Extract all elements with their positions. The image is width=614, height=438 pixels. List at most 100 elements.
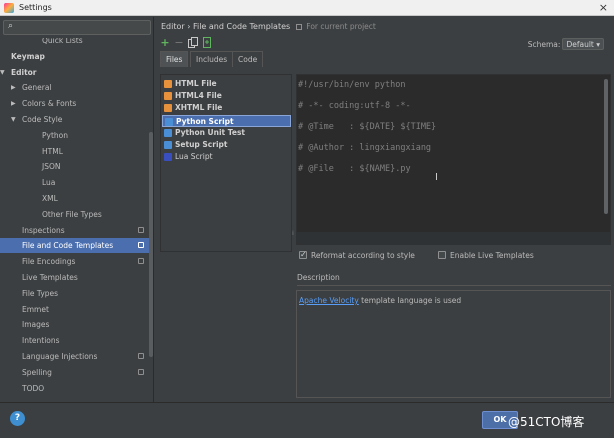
sidebar-item-label: Intentions xyxy=(22,336,60,346)
file-type-icon xyxy=(164,104,172,113)
sidebar-item-label: File and Code Templates xyxy=(22,241,114,251)
sidebar-item-todo[interactable]: TODO xyxy=(0,381,150,396)
sidebar-item-general[interactable]: ▶ General xyxy=(0,80,150,95)
template-label: Setup Script xyxy=(175,140,228,149)
template-item-html-file[interactable]: HTML File xyxy=(162,78,291,90)
splitter-handle-icon[interactable]: ⁞ xyxy=(292,230,294,237)
sidebar-item-file-types[interactable]: File Types xyxy=(0,286,150,301)
sidebar-item-label: Code Style xyxy=(22,115,63,124)
window-title: Settings xyxy=(19,3,52,12)
sidebar-item-label: Live Templates xyxy=(22,273,78,282)
watermark-text: @51CTO博客 xyxy=(508,415,585,429)
sidebar-item-code-style[interactable]: ▼ Code Style xyxy=(0,112,150,127)
sidebar-item-label: Images xyxy=(22,320,50,330)
sidebar-item-label: Lua xyxy=(42,178,56,188)
code-line: # @Time : ${DATE} ${TIME} xyxy=(298,122,437,132)
description-body: template language is used xyxy=(358,296,462,305)
tab-files[interactable]: Files xyxy=(160,51,189,67)
file-type-icon xyxy=(164,92,172,101)
template-label: HTML4 File xyxy=(175,91,222,101)
copy-icon xyxy=(188,37,198,48)
description-heading: Description xyxy=(297,273,340,282)
sidebar-item-label: General xyxy=(22,83,52,93)
sidebar-item-images[interactable]: Images xyxy=(0,317,150,332)
add-template-button[interactable]: + xyxy=(159,37,171,49)
live-templates-checkbox[interactable] xyxy=(438,251,446,259)
template-item-setup-script[interactable]: Setup Script xyxy=(162,139,291,151)
copy-template-button[interactable] xyxy=(187,37,199,49)
sidebar-item-html[interactable]: HTML xyxy=(0,144,150,159)
tab-includes[interactable]: Includes xyxy=(190,51,234,67)
sidebar-item-colors-fonts[interactable]: ▶ Colors & Fonts xyxy=(0,96,150,111)
project-scope-icon xyxy=(138,226,144,233)
project-scope-icon xyxy=(138,258,144,265)
sidebar-item-label: Inspections xyxy=(22,225,65,235)
template-item-python-unit-test[interactable]: Python Unit Test xyxy=(162,127,291,139)
live-templates-label: Enable Live Templates xyxy=(450,251,534,260)
remove-template-button[interactable]: − xyxy=(173,37,185,49)
code-line: # -*- coding:utf-8 -*- xyxy=(298,101,411,111)
apache-velocity-link[interactable]: Apache Velocity xyxy=(299,296,359,305)
project-scope-icon xyxy=(138,242,144,249)
file-type-icon xyxy=(164,80,172,88)
sidebar-item-label: XML xyxy=(42,194,58,203)
reset-template-button[interactable] xyxy=(201,37,213,49)
template-item-html4-file[interactable]: HTML4 File xyxy=(162,90,291,102)
sidebar-item-label: HTML xyxy=(42,146,63,156)
settings-search-input[interactable]: ⌕ xyxy=(3,20,151,35)
code-line: #!/usr/bin/env python xyxy=(298,80,406,90)
tab-code[interactable]: Code xyxy=(232,51,264,67)
file-type-icon xyxy=(165,117,173,126)
sidebar-item-file-and-code-templates[interactable]: File and Code Templates xyxy=(0,238,150,254)
sidebar-item-label: Colors & Fonts xyxy=(22,99,77,109)
collapse-arrow-icon[interactable]: ▼ xyxy=(0,65,5,80)
template-item-lua-script[interactable]: Lua Script xyxy=(162,151,291,163)
sidebar-item-editor[interactable]: ▼ Editor xyxy=(0,65,150,80)
sidebar-item-label: TODO xyxy=(22,383,45,393)
sidebar-item-quick-lists[interactable]: Quick Lists xyxy=(0,38,150,48)
reformat-checkbox[interactable] xyxy=(299,249,307,261)
help-button[interactable]: ? xyxy=(10,411,25,426)
sidebar-item-live-templates[interactable]: Live Templates xyxy=(0,270,150,285)
search-icon: ⌕ xyxy=(8,21,14,31)
collapse-arrow-icon[interactable]: ▼ xyxy=(11,112,16,127)
sidebar-item-file-encodings[interactable]: File Encodings xyxy=(0,254,150,269)
close-icon[interactable]: × xyxy=(599,1,608,14)
project-scope-icon xyxy=(138,353,144,359)
sidebar-item-inspections[interactable]: Inspections xyxy=(0,223,150,238)
file-type-icon xyxy=(164,153,172,162)
sidebar-item-spelling[interactable]: Spelling xyxy=(0,365,150,380)
project-scope-icon xyxy=(138,368,144,375)
sidebar-item-language-injections[interactable]: Language Injections xyxy=(0,349,150,364)
sidebar-scrollbar[interactable] xyxy=(149,132,153,357)
settings-sidebar: ⌕ Quick Lists Keymap ▼ Editor ▶ General ▶ Color… xyxy=(0,17,154,402)
expand-arrow-icon[interactable]: ▶ xyxy=(11,80,16,95)
description-panel: Apache Velocity template language is use… xyxy=(296,290,611,398)
pycharm-app-icon xyxy=(4,3,14,13)
sidebar-item-emmet[interactable]: Emmet xyxy=(0,302,150,317)
sidebar-item-label: File Types xyxy=(22,288,59,298)
sidebar-item-keymap[interactable]: Keymap xyxy=(0,49,150,64)
settings-tree: Quick Lists Keymap ▼ Editor ▶ General ▶ Colors … xyxy=(0,38,150,402)
schema-dropdown[interactable]: Default ▾ xyxy=(562,38,604,50)
editor-bottom-bar xyxy=(297,232,610,244)
sidebar-item-other-file-types[interactable]: Other File Types xyxy=(0,207,150,222)
code-line: # @File : ${NAME}.py xyxy=(298,164,411,174)
sidebar-item-lua[interactable]: Lua xyxy=(0,175,150,190)
template-item-xhtml-file[interactable]: XHTML File xyxy=(162,102,291,114)
sidebar-item-xml[interactable]: XML xyxy=(0,191,150,206)
sidebar-item-json[interactable]: JSON xyxy=(0,159,150,174)
expand-arrow-icon[interactable]: ▶ xyxy=(11,96,16,111)
sidebar-item-label: Quick Lists xyxy=(42,38,83,45)
sidebar-item-label: Spelling xyxy=(22,367,52,377)
editor-scrollbar[interactable] xyxy=(604,79,608,214)
sidebar-item-label: Other File Types xyxy=(42,209,102,219)
template-editor[interactable]: #!/usr/bin/env python # -*- coding:utf-8… xyxy=(296,74,611,245)
sidebar-item-label: Emmet xyxy=(22,304,49,314)
template-item-python-script[interactable]: Python Script xyxy=(162,114,291,127)
template-label: Python Script xyxy=(176,116,234,126)
file-type-icon xyxy=(164,141,172,149)
project-scope-icon xyxy=(295,23,302,30)
sidebar-item-python[interactable]: Python xyxy=(0,128,150,143)
sidebar-item-intentions[interactable]: Intentions xyxy=(0,333,150,348)
